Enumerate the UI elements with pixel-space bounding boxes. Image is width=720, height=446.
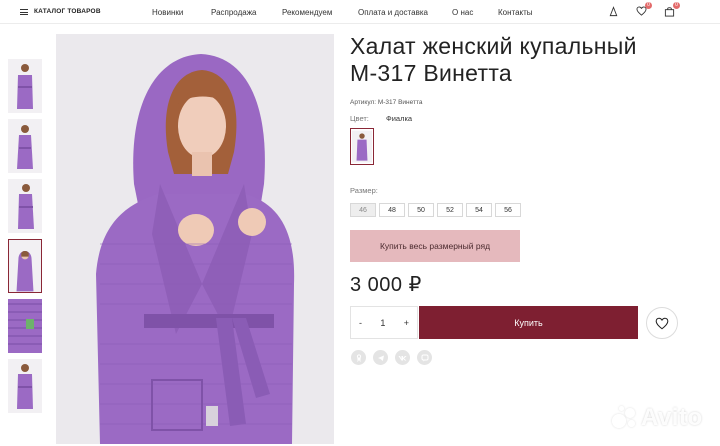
quantity-value[interactable]: 1 <box>380 318 385 328</box>
thumbnail-gallery <box>8 59 42 419</box>
size-option-56[interactable]: 56 <box>495 203 521 217</box>
thumbnail-2[interactable] <box>8 119 42 173</box>
nav-item-new[interactable]: Новинки <box>152 8 183 17</box>
product-sku: Артикул: М-317 Винетта <box>350 99 423 106</box>
product-title-line2: М-317 Винетта <box>350 60 513 86</box>
menu-icon <box>20 8 28 15</box>
size-option-54[interactable]: 54 <box>466 203 492 217</box>
nav-item-payment-delivery[interactable]: Оплата и доставка <box>358 8 428 17</box>
size-option-46[interactable]: 46 <box>350 203 376 217</box>
thumbnail-1[interactable] <box>8 59 42 113</box>
buy-button[interactable]: Купить <box>419 306 638 339</box>
favorites-count-badge: 0 <box>645 2 652 9</box>
quantity-increase-button[interactable]: + <box>404 318 409 328</box>
nav-item-contacts[interactable]: Контакты <box>498 8 533 17</box>
size-option-48[interactable]: 48 <box>379 203 405 217</box>
nav-item-recommended[interactable]: Рекомендуем <box>282 8 332 17</box>
avito-logo-icon <box>610 404 638 432</box>
avito-watermark: Avito <box>610 404 703 432</box>
color-label: Цвет: <box>350 114 369 123</box>
share-buttons <box>351 350 432 365</box>
catalog-button[interactable]: КАТАЛОГ ТОВАРОВ <box>12 3 109 20</box>
thumbnail-5[interactable] <box>8 299 42 353</box>
nav-item-sale[interactable]: Распродажа <box>211 8 257 17</box>
product-title-line1: Халат женский купальный <box>350 33 637 59</box>
size-selector: 46 48 50 52 54 56 <box>350 203 521 217</box>
viber-icon[interactable] <box>417 350 432 365</box>
main-product-image[interactable] <box>56 34 334 444</box>
add-to-favorites-button[interactable] <box>646 307 678 339</box>
cart-count-badge: 0 <box>673 2 680 9</box>
thumbnail-3[interactable] <box>8 179 42 233</box>
color-swatch-selected[interactable] <box>350 128 374 165</box>
size-option-52[interactable]: 52 <box>437 203 463 217</box>
user-icon[interactable] <box>606 4 620 18</box>
watermark-text: Avito <box>641 404 703 431</box>
color-value: Фиалка <box>386 114 413 123</box>
quantity-stepper: - 1 + <box>350 306 418 339</box>
vk-icon[interactable] <box>395 350 410 365</box>
header-icons: 0 0 <box>606 2 680 18</box>
buy-size-range-button[interactable]: Купить весь размерный ряд <box>350 230 520 262</box>
catalog-label: КАТАЛОГ ТОВАРОВ <box>34 8 101 15</box>
product-title: Халат женский купальный М-317 Винетта <box>350 33 690 87</box>
bag-icon[interactable]: 0 <box>662 2 680 18</box>
odnoklassniki-icon[interactable] <box>351 350 366 365</box>
product-price: 3 000 ₽ <box>350 274 422 296</box>
heart-icon <box>655 317 669 329</box>
telegram-icon[interactable] <box>373 350 388 365</box>
size-option-50[interactable]: 50 <box>408 203 434 217</box>
nav-item-about[interactable]: О нас <box>452 8 473 17</box>
thumbnail-4-active[interactable] <box>8 239 42 293</box>
thumbnail-6[interactable] <box>8 359 42 413</box>
top-header: КАТАЛОГ ТОВАРОВ Новинки Распродажа Реком… <box>0 0 720 24</box>
size-label: Размер: <box>350 186 378 195</box>
heart-icon[interactable]: 0 <box>634 2 652 18</box>
quantity-decrease-button[interactable]: - <box>359 318 362 328</box>
